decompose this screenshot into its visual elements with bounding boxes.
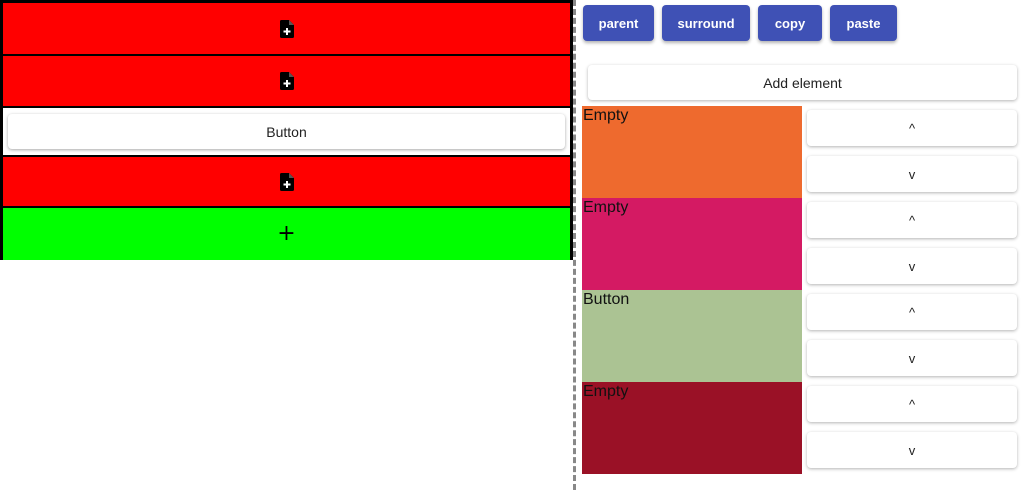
plus-icon: + bbox=[277, 221, 296, 246]
surround-button[interactable]: surround bbox=[662, 5, 750, 41]
app-root: Button + parent surround copy paste Add … bbox=[0, 0, 1021, 490]
empty-slot-1[interactable] bbox=[3, 3, 570, 56]
add-document-icon bbox=[279, 172, 294, 191]
move-up-button-4[interactable]: ^ bbox=[807, 386, 1017, 422]
add-element-button[interactable]: Add element bbox=[588, 65, 1017, 100]
preview-button[interactable]: Button bbox=[8, 114, 565, 149]
move-down-button-4[interactable]: v bbox=[807, 432, 1017, 468]
parent-button[interactable]: parent bbox=[583, 5, 654, 41]
empty-slot-2[interactable] bbox=[3, 56, 570, 108]
add-document-icon bbox=[279, 19, 294, 38]
add-document-icon bbox=[279, 72, 294, 90]
preview-canvas: Button + bbox=[0, 0, 573, 260]
child-swatch-4[interactable]: Empty bbox=[582, 382, 802, 474]
paste-button[interactable]: paste bbox=[830, 5, 897, 41]
child-swatch-2[interactable]: Empty bbox=[582, 198, 802, 290]
copy-button[interactable]: copy bbox=[758, 5, 822, 41]
add-slot[interactable]: + bbox=[3, 208, 570, 260]
move-down-button-1[interactable]: v bbox=[807, 156, 1017, 192]
move-up-button-3[interactable]: ^ bbox=[807, 294, 1017, 330]
panel-divider[interactable] bbox=[573, 0, 576, 490]
move-down-button-2[interactable]: v bbox=[807, 248, 1017, 284]
child-swatch-3[interactable]: Button bbox=[582, 290, 802, 382]
move-up-button-1[interactable]: ^ bbox=[807, 110, 1017, 146]
move-down-button-3[interactable]: v bbox=[807, 340, 1017, 376]
button-slot: Button bbox=[3, 108, 570, 157]
empty-slot-3[interactable] bbox=[3, 157, 570, 208]
child-swatch-1[interactable]: Empty bbox=[582, 106, 802, 198]
move-up-button-2[interactable]: ^ bbox=[807, 202, 1017, 238]
